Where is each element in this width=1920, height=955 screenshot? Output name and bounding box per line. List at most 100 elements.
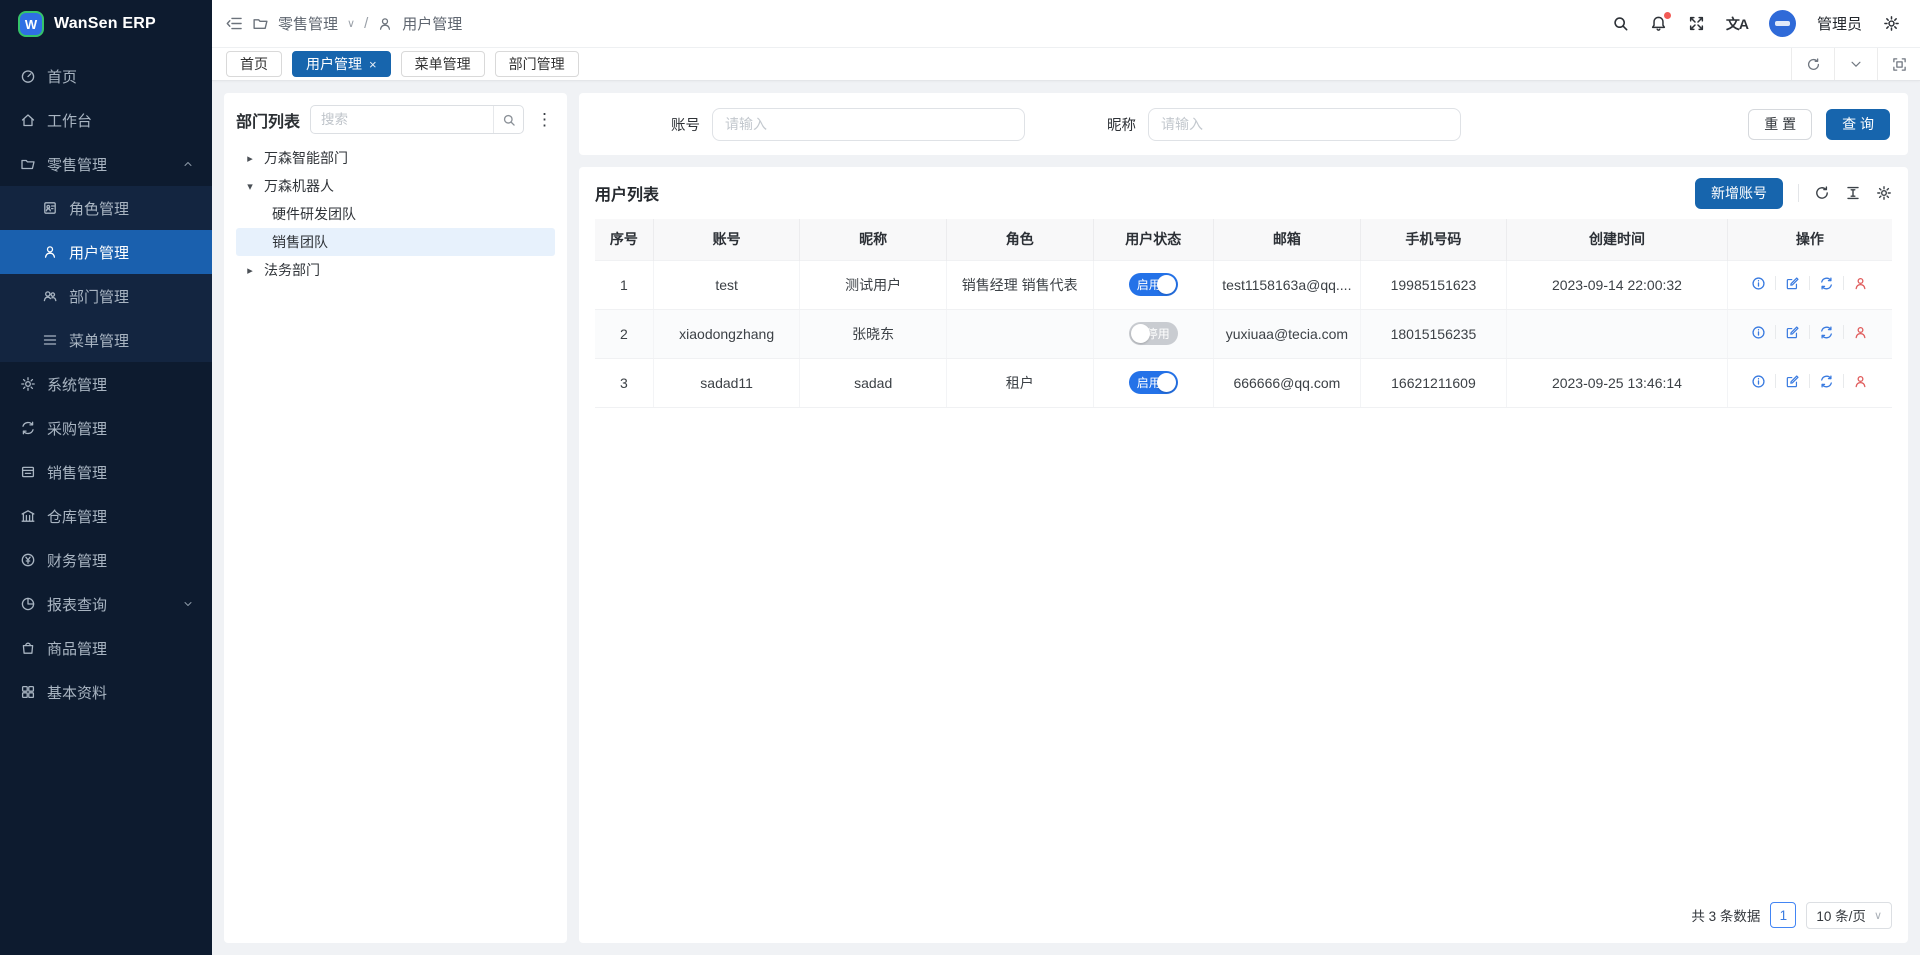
sidebar-item-basic-data[interactable]: 基本资料 — [0, 670, 212, 714]
status-toggle[interactable]: 启用 — [1129, 371, 1178, 394]
col-nickname: 昵称 — [800, 219, 947, 260]
breadcrumb-level2: 用户管理 — [402, 13, 462, 34]
breadcrumb-level1[interactable]: 零售管理 — [278, 13, 338, 34]
row-height-icon[interactable] — [1845, 185, 1861, 201]
tree-collapsed-icon[interactable]: ▸ — [244, 152, 256, 165]
sidebar-item-workbench[interactable]: 工作台 — [0, 98, 212, 142]
sidebar-item-system-mgmt[interactable]: 系统管理 — [0, 362, 212, 406]
account-input[interactable] — [712, 108, 1025, 141]
chevron-up-icon — [182, 158, 194, 170]
user-name[interactable]: 管理员 — [1817, 13, 1862, 34]
cell-status: 启用 — [1093, 358, 1214, 407]
reset-password-icon[interactable] — [1819, 374, 1834, 389]
sidebar-item-warehouse-mgmt[interactable]: 仓库管理 — [0, 494, 212, 538]
tab-menu-mgmt[interactable]: 菜单管理 — [401, 51, 485, 77]
cell-created — [1507, 309, 1728, 358]
tab-user-mgmt[interactable]: 用户管理 × — [292, 51, 391, 77]
settings-gear-icon[interactable] — [1883, 15, 1900, 32]
info-icon[interactable] — [1751, 374, 1766, 389]
brand-name: WanSen ERP — [54, 15, 156, 33]
people-icon — [42, 288, 58, 304]
column-settings-gear-icon[interactable] — [1876, 185, 1892, 201]
cell-nickname: sadad — [800, 358, 947, 407]
content-area: 部门列表 ⋮ ▸ 万森智能部门 ▾ 万森机器人 — [212, 81, 1920, 955]
cell-status: 停用 — [1093, 309, 1214, 358]
status-toggle[interactable]: 停用 — [1129, 322, 1178, 345]
notification-bell-icon[interactable] — [1650, 15, 1667, 32]
sidebar-item-label: 零售管理 — [47, 154, 171, 175]
tree-node[interactable]: ▸ 法务部门 — [236, 256, 555, 284]
maximize-pane-icon[interactable] — [1877, 48, 1920, 80]
close-icon[interactable]: × — [369, 58, 377, 71]
sidebar-item-role-mgmt[interactable]: 角色管理 — [0, 186, 212, 230]
unbind-user-icon[interactable] — [1853, 374, 1868, 389]
sidebar-item-dept-mgmt[interactable]: 部门管理 — [0, 274, 212, 318]
cycle-arrows-icon — [20, 420, 36, 436]
chevron-down-icon[interactable] — [1834, 48, 1877, 80]
pagination-total: 共 3 条数据 — [1691, 905, 1760, 925]
page-size-select[interactable]: 10 条/页 ∨ — [1806, 902, 1892, 929]
kebab-menu-icon[interactable]: ⋮ — [534, 110, 555, 130]
page-number-button[interactable]: 1 — [1770, 902, 1796, 928]
brand-area: W WanSen ERP — [0, 0, 212, 48]
avatar[interactable] — [1769, 10, 1796, 37]
refresh-icon[interactable] — [1814, 185, 1830, 201]
breadcrumb-separator: / — [364, 15, 368, 32]
cell-nickname: 测试用户 — [800, 260, 947, 309]
sidebar-item-home[interactable]: 首页 — [0, 54, 212, 98]
edit-icon[interactable] — [1785, 325, 1800, 340]
action-divider — [1775, 325, 1776, 339]
person-icon — [377, 16, 393, 32]
sidebar-item-retail[interactable]: 零售管理 — [0, 142, 212, 186]
reset-button[interactable]: 重 置 — [1748, 109, 1812, 140]
action-divider — [1843, 276, 1844, 290]
chevron-down-icon[interactable]: ∨ — [347, 17, 355, 30]
department-search-input[interactable] — [311, 112, 493, 127]
invoice-icon — [20, 464, 36, 480]
sidebar-item-product-mgmt[interactable]: 商品管理 — [0, 626, 212, 670]
reset-password-icon[interactable] — [1819, 325, 1834, 340]
info-icon[interactable] — [1751, 276, 1766, 291]
nickname-input[interactable] — [1148, 108, 1461, 141]
search-icon[interactable] — [493, 106, 523, 133]
status-toggle[interactable]: 启用 — [1129, 273, 1178, 296]
search-icon[interactable] — [1612, 15, 1629, 32]
add-account-button[interactable]: 新增账号 — [1695, 178, 1783, 209]
chevron-down-icon — [182, 598, 194, 610]
refresh-icon[interactable] — [1791, 48, 1834, 80]
tree-collapsed-icon[interactable]: ▸ — [244, 264, 256, 277]
fullscreen-icon[interactable] — [1688, 15, 1705, 32]
sidebar-item-sales-mgmt[interactable]: 销售管理 — [0, 450, 212, 494]
edit-icon[interactable] — [1785, 374, 1800, 389]
tree-node[interactable]: ▾ 万森机器人 — [236, 172, 555, 200]
tree-node-selected[interactable]: 销售团队 — [236, 228, 555, 256]
tab-home[interactable]: 首页 — [226, 51, 282, 77]
translate-icon[interactable]: 文A — [1726, 14, 1748, 34]
reset-password-icon[interactable] — [1819, 276, 1834, 291]
header-actions: 文A 管理员 — [1612, 10, 1900, 37]
sidebar-item-menu-mgmt[interactable]: 菜单管理 — [0, 318, 212, 362]
sidebar-item-report-query[interactable]: 报表查询 — [0, 582, 212, 626]
tree-expanded-icon[interactable]: ▾ — [244, 180, 256, 193]
sidebar-item-label: 菜单管理 — [69, 330, 194, 351]
department-panel-header: 部门列表 ⋮ — [236, 105, 555, 134]
sidebar-item-label: 用户管理 — [69, 242, 194, 263]
sidebar-item-label: 报表查询 — [47, 594, 171, 615]
col-index: 序号 — [595, 219, 653, 260]
tree-node[interactable]: ▸ 万森智能部门 — [236, 144, 555, 172]
cell-phone: 16621211609 — [1360, 358, 1507, 407]
tree-node[interactable]: 硬件研发团队 — [236, 200, 555, 228]
tab-dept-mgmt[interactable]: 部门管理 — [495, 51, 579, 77]
unbind-user-icon[interactable] — [1853, 325, 1868, 340]
sidebar-item-finance-mgmt[interactable]: 财务管理 — [0, 538, 212, 582]
info-icon[interactable] — [1751, 325, 1766, 340]
edit-icon[interactable] — [1785, 276, 1800, 291]
table-row: 1 test 测试用户 销售经理 销售代表 启用 test1158163a@qq… — [595, 260, 1892, 309]
tree-node-label: 法务部门 — [264, 260, 320, 280]
unbind-user-icon[interactable] — [1853, 276, 1868, 291]
collapse-sidebar-icon[interactable] — [226, 15, 243, 32]
cell-email: yuxiuaa@tecia.com — [1214, 309, 1361, 358]
query-button[interactable]: 查 询 — [1826, 109, 1890, 140]
sidebar-item-user-mgmt[interactable]: 用户管理 — [0, 230, 212, 274]
sidebar-item-purchase-mgmt[interactable]: 采购管理 — [0, 406, 212, 450]
